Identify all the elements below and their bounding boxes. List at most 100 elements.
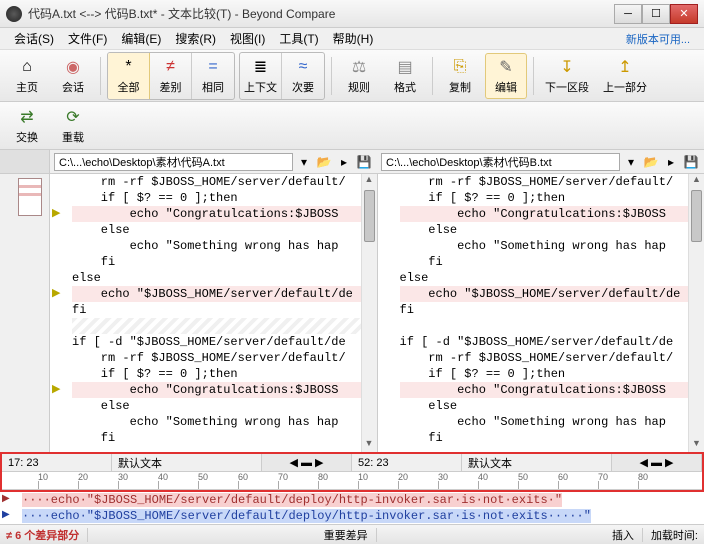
minor-button[interactable]: ≈次要 (282, 53, 324, 99)
code-line[interactable]: echo "Congratulcations:$JBOSS (400, 382, 704, 398)
code-line[interactable]: if [ $? == 0 ];then (72, 190, 377, 206)
right-save-icon[interactable]: 💾 (682, 153, 700, 171)
window-title: 代码A.txt <--> 代码B.txt* - 文本比较(T) - Beyond… (28, 5, 614, 22)
menu-file[interactable]: 文件(F) (62, 28, 113, 49)
left-pane[interactable]: rm -rf $JBOSS_HOME/server/default/ if [ … (50, 174, 378, 452)
code-line[interactable]: echo "Something wrong has hap (400, 414, 704, 430)
code-line[interactable]: echo "Something wrong has hap (72, 414, 377, 430)
app-icon (6, 6, 22, 22)
code-line[interactable]: rm -rf $JBOSS_HOME/server/default/ (400, 174, 704, 190)
code-line[interactable] (400, 318, 704, 334)
session-icon: ◉ (63, 57, 83, 77)
right-browse-icon[interactable]: ▸ (662, 153, 680, 171)
rules-icon: ⚖ (349, 57, 369, 77)
ruler-detail-area: 17: 23 默认文本 ◀ ▬ ▶ 52: 23 默认文本 ◀ ▬ ▶ 1020… (0, 452, 704, 492)
menu-edit[interactable]: 编辑(E) (115, 28, 167, 49)
thumbnail-view[interactable] (18, 178, 42, 216)
code-line[interactable]: else (72, 270, 377, 286)
right-scrollbar[interactable]: ▲▼ (688, 174, 704, 452)
format-button[interactable]: ▤格式 (384, 53, 426, 99)
left-open-icon[interactable]: 📂 (315, 153, 333, 171)
main-toolbar: ⌂主页 ◉会话 *全部 ≠差别 =相同 ≣上下文 ≈次要 ⚖规则 ▤格式 ⎘复制… (0, 50, 704, 102)
right-open-icon[interactable]: 📂 (642, 153, 660, 171)
code-line[interactable]: ▶ echo "$JBOSS_HOME/server/default/de (72, 286, 377, 302)
menu-help[interactable]: 帮助(H) (327, 28, 380, 49)
code-line[interactable]: echo "Something wrong has hap (72, 238, 377, 254)
show-all-button[interactable]: *全部 (108, 53, 150, 99)
session-button[interactable]: ◉会话 (52, 53, 94, 99)
code-line[interactable]: if [ $? == 0 ];then (400, 190, 704, 206)
code-line[interactable]: fi (400, 302, 704, 318)
menu-view[interactable]: 视图(I) (224, 28, 271, 49)
context-button[interactable]: ≣上下文 (240, 53, 282, 99)
left-path-input[interactable] (54, 153, 293, 171)
code-line[interactable]: fi (400, 430, 704, 446)
code-line[interactable]: echo "Something wrong has hap (400, 238, 704, 254)
code-line[interactable]: rm -rf $JBOSS_HOME/server/default/ (72, 174, 377, 190)
ruler-ticks: 10203040506070801020304050607080 (2, 472, 702, 490)
left-mode: 默认文本 (112, 454, 262, 471)
left-browse-icon[interactable]: ▸ (335, 153, 353, 171)
side-tab[interactable] (0, 150, 50, 173)
code-line[interactable]: if [ $? == 0 ];then (400, 366, 704, 382)
code-line[interactable]: rm -rf $JBOSS_HOME/server/default/ (400, 350, 704, 366)
code-line[interactable]: else (400, 222, 704, 238)
code-line[interactable]: rm -rf $JBOSS_HOME/server/default/ (72, 350, 377, 366)
major-diff-label: 重要差异 (324, 527, 368, 543)
menu-bar: 会话(S) 文件(F) 编辑(E) 搜索(R) 视图(I) 工具(T) 帮助(H… (0, 28, 704, 50)
code-line[interactable]: if [ -d "$JBOSS_HOME/server/default/de (72, 334, 377, 350)
code-line[interactable]: fi (72, 254, 377, 270)
maximize-button[interactable]: ☐ (642, 4, 670, 24)
status-bar: ≠ 6 个差异部分 重要差异 插入 加载时间: (0, 524, 704, 544)
swap-button[interactable]: ⇄交换 (6, 103, 48, 149)
code-line[interactable]: else (72, 398, 377, 414)
code-line[interactable]: else (400, 398, 704, 414)
home-button[interactable]: ⌂主页 (6, 53, 48, 99)
code-line[interactable]: fi (72, 430, 377, 446)
right-pane[interactable]: rm -rf $JBOSS_HOME/server/default/ if [ … (378, 174, 704, 452)
thumbnail-gutter[interactable] (0, 174, 50, 452)
next-section-button[interactable]: ↧下一区段 (540, 53, 594, 99)
show-same-button[interactable]: =相同 (192, 53, 234, 99)
right-path-input[interactable] (381, 153, 620, 171)
left-hscroll[interactable]: ◀ ▬ ▶ (262, 454, 352, 471)
right-cursor-pos: 52: 23 (352, 454, 462, 471)
rules-button[interactable]: ⚖规则 (338, 53, 380, 99)
minimize-button[interactable]: ─ (614, 4, 642, 24)
code-line[interactable]: ▶ echo "Congratulcations:$JBOSS (72, 382, 377, 398)
code-line[interactable]: fi (400, 254, 704, 270)
update-link[interactable]: 新版本可用... (620, 29, 696, 49)
left-save-icon[interactable]: 💾 (355, 153, 373, 171)
copy-button[interactable]: ⎘复制 (439, 53, 481, 99)
code-line[interactable] (72, 318, 377, 334)
insert-mode: 插入 (612, 527, 634, 543)
code-line[interactable]: echo "$JBOSS_HOME/server/default/de (400, 286, 704, 302)
next-icon: ↧ (557, 57, 577, 77)
code-line[interactable]: if [ $? == 0 ];then (72, 366, 377, 382)
code-line[interactable]: ▶ echo "Congratulcations:$JBOSS (72, 206, 377, 222)
close-button[interactable]: ✕ (670, 4, 698, 24)
menu-session[interactable]: 会话(S) (8, 28, 60, 49)
menu-search[interactable]: 搜索(R) (169, 28, 222, 49)
code-line[interactable]: else (400, 270, 704, 286)
prev-part-button[interactable]: ↥上一部分 (598, 53, 652, 99)
menu-tools[interactable]: 工具(T) (273, 28, 324, 49)
left-scrollbar[interactable]: ▲▼ (361, 174, 377, 452)
code-line[interactable]: else (72, 222, 377, 238)
diff-arrow-icon: ▶ (52, 206, 68, 222)
diff-detail-panel: ▶····echo·"$JBOSS_HOME/server/default/de… (0, 492, 704, 524)
code-line[interactable]: echo "Congratulcations:$JBOSS (400, 206, 704, 222)
edit-button[interactable]: ✎编辑 (485, 53, 527, 99)
code-line[interactable]: fi (72, 302, 377, 318)
reload-button[interactable]: ⟳重载 (52, 103, 94, 149)
left-cursor-pos: 17: 23 (2, 454, 112, 471)
all-icon: * (119, 57, 139, 77)
right-dropdown[interactable]: ▾ (622, 153, 640, 171)
show-diff-button[interactable]: ≠差别 (150, 53, 192, 99)
code-line[interactable]: if [ -d "$JBOSS_HOME/server/default/de (400, 334, 704, 350)
diff-count: ≠ 6 个差异部分 (6, 527, 79, 543)
path-bar: ▾ 📂 ▸ 💾 ▾ 📂 ▸ 💾 (0, 150, 704, 174)
diff-icon: ≠ (161, 57, 181, 77)
left-dropdown[interactable]: ▾ (295, 153, 313, 171)
right-hscroll[interactable]: ◀ ▬ ▶ (612, 454, 702, 471)
